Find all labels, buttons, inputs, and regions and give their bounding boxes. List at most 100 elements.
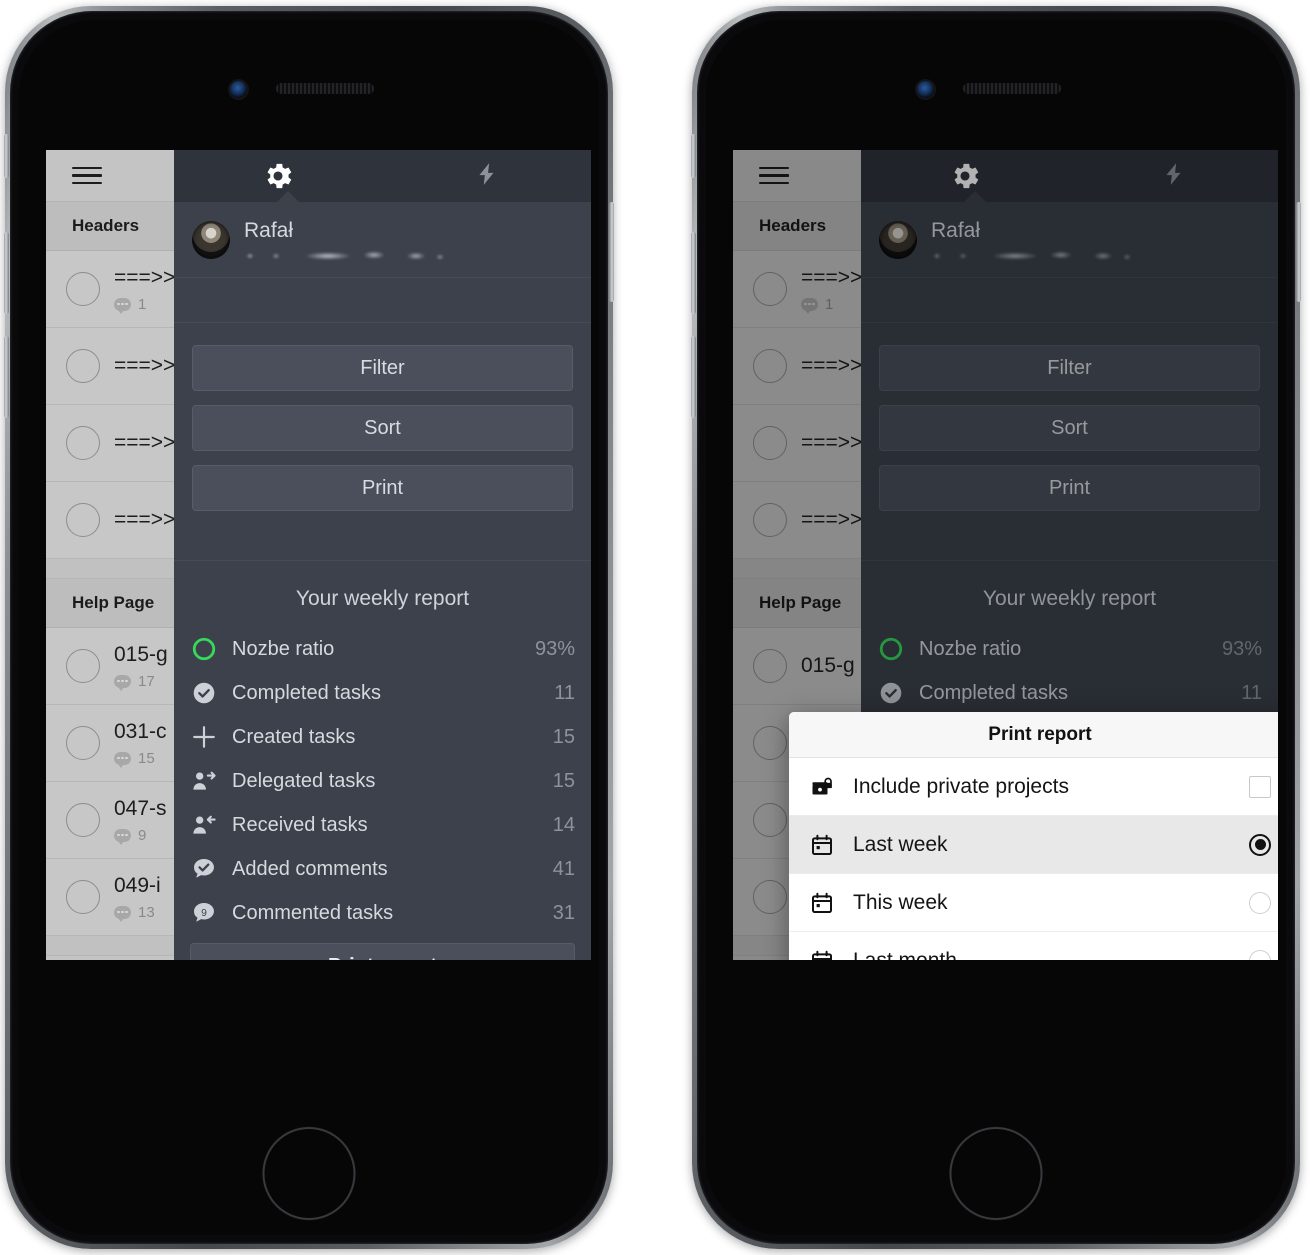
hamburger-menu-icon[interactable]	[72, 162, 102, 190]
report-row-label: Completed tasks	[919, 681, 1068, 704]
gear-icon	[948, 159, 982, 193]
task-checkbox-icon[interactable]	[66, 803, 100, 837]
filter-button-label: Filter	[360, 356, 405, 379]
task-checkbox-icon[interactable]	[753, 349, 787, 383]
user-row[interactable]: Rafał	[861, 202, 1278, 278]
section-header-label: Headers	[759, 216, 827, 235]
active-tab-caret	[964, 191, 986, 202]
comment-count: 15	[138, 749, 155, 767]
task-checkbox-icon[interactable]	[753, 880, 787, 914]
calendar-icon	[809, 890, 835, 916]
task-title: ===>>	[114, 508, 176, 531]
filter-button[interactable]: Filter	[879, 345, 1260, 391]
user-row[interactable]: Rafał	[174, 202, 591, 278]
avatar	[879, 220, 917, 259]
report-row-label: Nozbe ratio	[232, 637, 335, 660]
power-button[interactable]	[1296, 202, 1301, 302]
this-week-radio[interactable]	[1249, 891, 1271, 914]
task-checkbox-icon[interactable]	[66, 272, 100, 306]
sort-button-label: Sort	[364, 416, 401, 439]
include-private-projects-checkbox[interactable]	[1249, 775, 1271, 798]
task-checkbox-icon[interactable]	[753, 272, 787, 306]
mute-switch[interactable]	[4, 134, 9, 178]
home-button[interactable]	[949, 1127, 1043, 1220]
print-button-label: Print	[1048, 476, 1091, 499]
task-meta: 13	[114, 903, 161, 922]
task-checkbox-icon[interactable]	[753, 726, 787, 760]
dialog-row-include-private-projects[interactable]: Include private projects	[789, 758, 1278, 816]
panel-divider	[174, 525, 591, 561]
print-report-button[interactable]: Print report	[190, 943, 575, 960]
power-button[interactable]	[609, 202, 614, 302]
report-row-value: 11	[1241, 681, 1262, 704]
dialog-row-last-week[interactable]: Last week	[789, 816, 1278, 874]
print-button[interactable]: Print	[879, 465, 1260, 511]
dialog-row-label: This week	[853, 890, 948, 914]
sort-button-label: Sort	[1051, 416, 1088, 439]
report-row-label: Added comments	[232, 857, 388, 880]
filter-button[interactable]: Filter	[192, 345, 573, 391]
earpiece-speaker	[963, 83, 1061, 94]
task-title: 015-g	[801, 654, 855, 677]
section-header-label: Help Page	[72, 593, 155, 612]
mute-switch[interactable]	[691, 134, 696, 178]
volume-up-button[interactable]	[691, 232, 696, 314]
comment-count: 1	[825, 295, 834, 313]
sort-button[interactable]: Sort	[879, 405, 1260, 451]
panel-gap-row	[174, 278, 591, 323]
filter-button-label: Filter	[1047, 356, 1092, 379]
report-row-label: Created tasks	[232, 725, 356, 748]
user-detail-blurred	[931, 249, 1141, 261]
task-checkbox-icon[interactable]	[66, 726, 100, 760]
report-row-created-tasks: Created tasks 15	[190, 715, 575, 759]
task-checkbox-icon[interactable]	[66, 349, 100, 383]
tab-activity[interactable]	[1070, 150, 1279, 202]
task-title: ===>>	[801, 508, 863, 531]
lightning-bolt-icon	[474, 158, 500, 195]
task-title: ===>>	[114, 265, 176, 289]
last-month-radio[interactable]	[1249, 949, 1271, 960]
task-checkbox-icon[interactable]	[753, 803, 787, 837]
task-text: ===>> 1	[114, 265, 176, 314]
comment-count: 9	[138, 826, 147, 844]
report-row-completed-tasks: Completed tasks 11	[190, 671, 575, 715]
task-checkbox-icon[interactable]	[66, 503, 100, 537]
print-report-dialog: Print report Include private projects La…	[789, 712, 1278, 960]
volume-down-button[interactable]	[691, 336, 696, 418]
check-circle-icon	[190, 679, 218, 707]
user-name: Rafał	[244, 218, 294, 242]
ratio-ring-icon	[190, 635, 218, 663]
dialog-row-label: Last week	[853, 832, 948, 856]
sort-button[interactable]: Sort	[192, 405, 573, 451]
task-checkbox-icon[interactable]	[753, 503, 787, 537]
task-checkbox-icon[interactable]	[66, 880, 100, 914]
task-checkbox-icon[interactable]	[66, 649, 100, 683]
hamburger-menu-icon[interactable]	[759, 162, 789, 190]
user-meta: Rafał	[931, 219, 1141, 261]
front-camera-icon	[230, 81, 247, 98]
task-checkbox-icon[interactable]	[66, 426, 100, 460]
last-week-radio[interactable]	[1249, 833, 1271, 856]
task-checkbox-icon[interactable]	[753, 649, 787, 683]
task-checkbox-icon[interactable]	[753, 426, 787, 460]
report-row-completed-tasks: Completed tasks 11	[877, 671, 1262, 715]
comment-count: 13	[138, 903, 155, 921]
lightning-bolt-icon	[1161, 158, 1187, 195]
comment-bubble-icon	[114, 751, 131, 768]
task-title: ===>>	[114, 354, 176, 377]
tab-activity[interactable]	[383, 150, 592, 202]
volume-up-button[interactable]	[4, 232, 9, 314]
comment-count: 17	[138, 672, 155, 690]
weekly-report-title: Your weekly report	[982, 587, 1157, 610]
task-meta: 1	[801, 295, 862, 314]
panel-tab-bar	[861, 150, 1278, 202]
print-button[interactable]: Print	[192, 465, 573, 511]
dialog-row-this-week[interactable]: This week	[789, 874, 1278, 932]
dialog-row-last-month[interactable]: Last month	[789, 932, 1278, 960]
task-text: ===>>	[114, 508, 175, 532]
volume-down-button[interactable]	[4, 336, 9, 418]
home-button[interactable]	[262, 1127, 356, 1220]
task-text: ===>>	[114, 431, 175, 455]
report-row-nozbe-ratio: Nozbe ratio 93%	[190, 627, 575, 671]
calendar-icon	[809, 832, 835, 858]
